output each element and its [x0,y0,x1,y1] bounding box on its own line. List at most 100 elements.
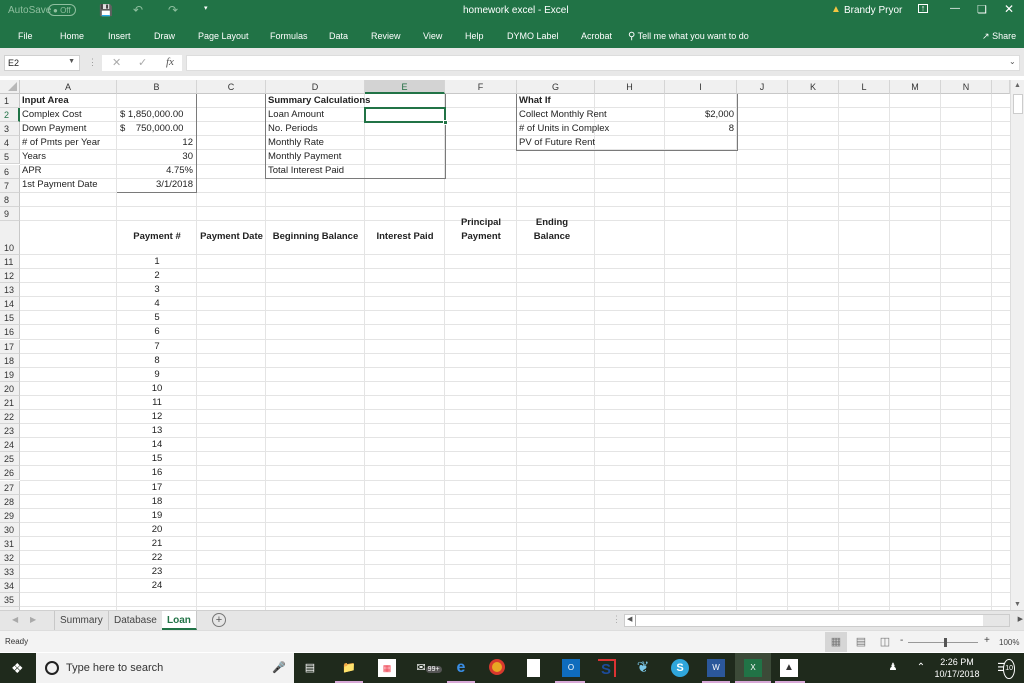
system-clock[interactable]: 2:26 PM 10/17/2018 [930,656,984,680]
tab-insert[interactable]: Insert [108,31,131,41]
input-label-years[interactable]: Years [20,150,48,164]
zoom-in-icon[interactable]: + [984,635,990,646]
insert-function-icon[interactable]: fx [166,56,174,68]
payment-number-cell[interactable]: 21 [117,537,197,551]
word-icon[interactable]: W [707,659,725,677]
chevron-down-icon[interactable]: ▼ [68,58,75,65]
tab-page-layout[interactable]: Page Layout [198,31,249,41]
payment-number-cell[interactable]: 3 [117,283,197,297]
summary-label-loan-amount[interactable]: Loan Amount [266,108,326,122]
cancel-icon[interactable]: ✕ [112,56,121,69]
horizontal-scrollbar[interactable]: ◀ ▶ [624,614,1023,627]
row-header-34[interactable]: 34 [0,579,20,594]
tab-draw[interactable]: Draw [154,31,175,41]
header-payment-date[interactable]: Payment Date [197,230,266,244]
column-header-c[interactable]: C [197,80,266,94]
column-header-k[interactable]: K [788,80,839,94]
save-icon[interactable]: 💾 [99,4,113,17]
tab-review[interactable]: Review [371,31,401,41]
what-if-label-monthly-rent[interactable]: Collect Monthly Rent [517,108,609,122]
tab-data[interactable]: Data [329,31,348,41]
row-header-16[interactable]: 16 [0,325,20,340]
payment-number-cell[interactable]: 16 [117,466,197,480]
what-if-title[interactable]: What If [517,94,553,108]
horizontal-scroll-track[interactable] [983,615,1009,626]
edge-browser-icon[interactable]: e [452,659,470,677]
column-header-f[interactable]: F [445,80,517,94]
header-payment-number[interactable]: Payment # [117,230,197,244]
enter-checkmark-icon[interactable]: ✓ [138,56,147,69]
page-layout-view-icon[interactable]: ▤ [850,632,872,652]
expand-formula-bar-icon[interactable]: ⌄ [1009,57,1016,66]
blank-document-icon[interactable] [527,659,540,677]
row-header-13[interactable]: 13 [0,283,20,298]
tell-me-box[interactable]: ⚲ Tell me what you want to do [628,31,749,42]
close-icon[interactable]: ✕ [1004,2,1014,16]
tab-formulas[interactable]: Formulas [270,31,308,41]
show-hidden-icons-icon[interactable]: ⌃ [912,659,930,677]
select-all-button[interactable] [0,80,20,94]
input-area-title[interactable]: Input Area [20,94,71,108]
row-header-35[interactable]: 35 [0,593,20,608]
tab-home[interactable]: Home [60,31,84,41]
what-if-value-units[interactable]: 8 [665,122,736,136]
skype-icon[interactable]: S [671,659,689,677]
mail-icon[interactable]: ✉ 99+ [415,659,443,677]
row-header-4[interactable]: 4 [0,136,20,151]
fill-handle[interactable] [443,120,448,125]
windows-start-icon[interactable]: ❖ [11,660,24,677]
header-ending-line2[interactable]: Balance [517,230,587,244]
input-label-apr[interactable]: APR [20,164,44,178]
payment-number-cell[interactable]: 4 [117,297,197,311]
zoom-out-icon[interactable]: - [900,635,903,646]
input-label-complex-cost[interactable]: Complex Cost [20,108,84,122]
row-header-10[interactable]: 10 [0,220,20,255]
microsoft-store-icon[interactable]: ▦ [378,659,396,677]
scroll-tabs-right-icon[interactable]: ▶ [30,615,36,624]
input-value-first-payment-date[interactable]: 3/1/2018 [117,178,195,192]
row-header-31[interactable]: 31 [0,536,20,551]
row-header-15[interactable]: 15 [0,311,20,326]
row-header-28[interactable]: 28 [0,494,20,509]
row-header-2[interactable]: 2 [0,108,20,123]
row-header-32[interactable]: 32 [0,551,20,566]
snagit-icon[interactable]: S [598,659,616,678]
row-header-20[interactable]: 20 [0,381,20,396]
selected-cell-e2[interactable] [364,107,448,125]
payment-number-cell[interactable]: 13 [117,424,197,438]
what-if-value-monthly-rent[interactable]: $2,000 [665,108,736,122]
scroll-left-icon[interactable]: ◀ [627,615,632,623]
tab-dymo-label[interactable]: DYMO Label [507,31,559,41]
what-if-label-pv-rent[interactable]: PV of Future Rent [517,136,597,150]
summary-label-monthly-rate[interactable]: Monthly Rate [266,136,326,150]
scroll-right-icon[interactable]: ▶ [1018,615,1023,623]
row-header-25[interactable]: 25 [0,452,20,467]
column-header-l[interactable]: L [839,80,890,94]
row-header-19[interactable]: 19 [0,367,20,382]
payment-number-cell[interactable]: 5 [117,311,197,325]
column-header-h[interactable]: H [595,80,665,94]
row-header-14[interactable]: 14 [0,297,20,312]
customize-qat-icon[interactable]: ▾ [204,4,208,12]
summary-label-total-interest[interactable]: Total Interest Paid [266,164,346,178]
row-header-30[interactable]: 30 [0,522,20,537]
photos-icon[interactable]: ▲ [780,659,798,677]
row-header-5[interactable]: 5 [0,150,20,165]
column-header-b[interactable]: B [117,80,197,94]
vertical-scrollbar[interactable]: ▲ ▼ [1010,80,1024,610]
taskbar-search-box[interactable]: Type here to search 🎤 [36,653,294,683]
payment-number-cell[interactable]: 22 [117,551,197,565]
payment-number-cell[interactable]: 7 [117,340,197,354]
payment-number-cell[interactable]: 10 [117,382,197,396]
payment-number-cell[interactable]: 11 [117,396,197,410]
column-header-g[interactable]: G [517,80,595,94]
page-break-preview-icon[interactable]: ◫ [874,632,896,652]
header-ending-line1[interactable]: Ending [517,216,587,230]
worksheet-grid[interactable]: ABCDEFGHIJKLMN 1 2 3 4 5 6 7 8 9 10 11 12 13 14 15 16 17… [0,80,1010,610]
tab-split-grip-icon[interactable]: ⋮ [612,614,621,625]
row-header-29[interactable]: 29 [0,508,20,523]
row-header-3[interactable]: 3 [0,122,20,137]
sheet-tab-database[interactable]: Database [109,611,163,630]
payment-number-cell[interactable]: 1 [117,255,197,269]
row-header-9[interactable]: 9 [0,206,20,221]
